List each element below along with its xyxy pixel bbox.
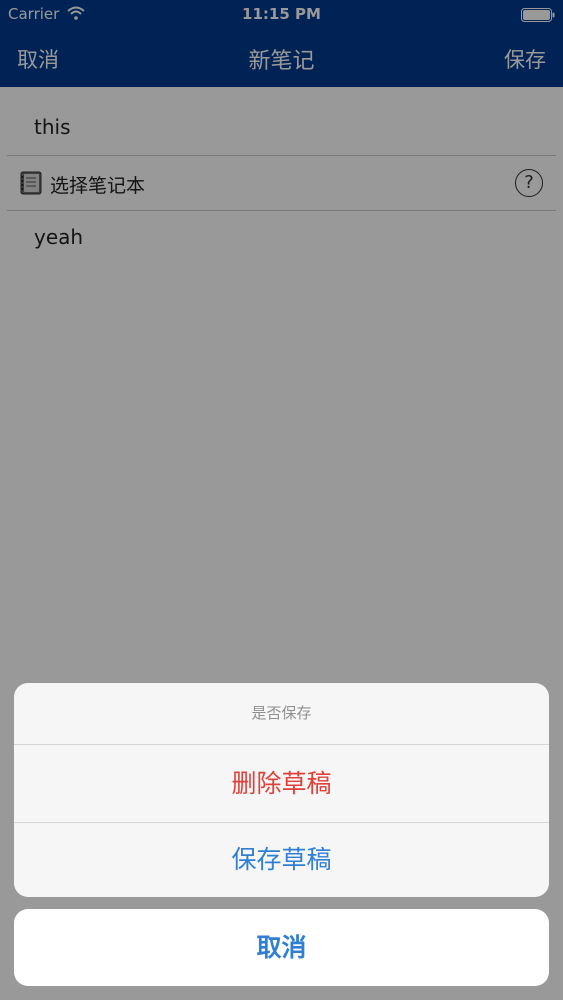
action-sheet-cancel-button[interactable]: 取消 bbox=[14, 909, 549, 986]
delete-draft-button[interactable]: 删除草稿 bbox=[14, 745, 549, 822]
action-sheet: 是否保存 删除草稿 保存草稿 bbox=[14, 683, 549, 897]
action-sheet-title: 是否保存 bbox=[251, 704, 312, 722]
save-draft-button[interactable]: 保存草稿 bbox=[14, 823, 549, 897]
